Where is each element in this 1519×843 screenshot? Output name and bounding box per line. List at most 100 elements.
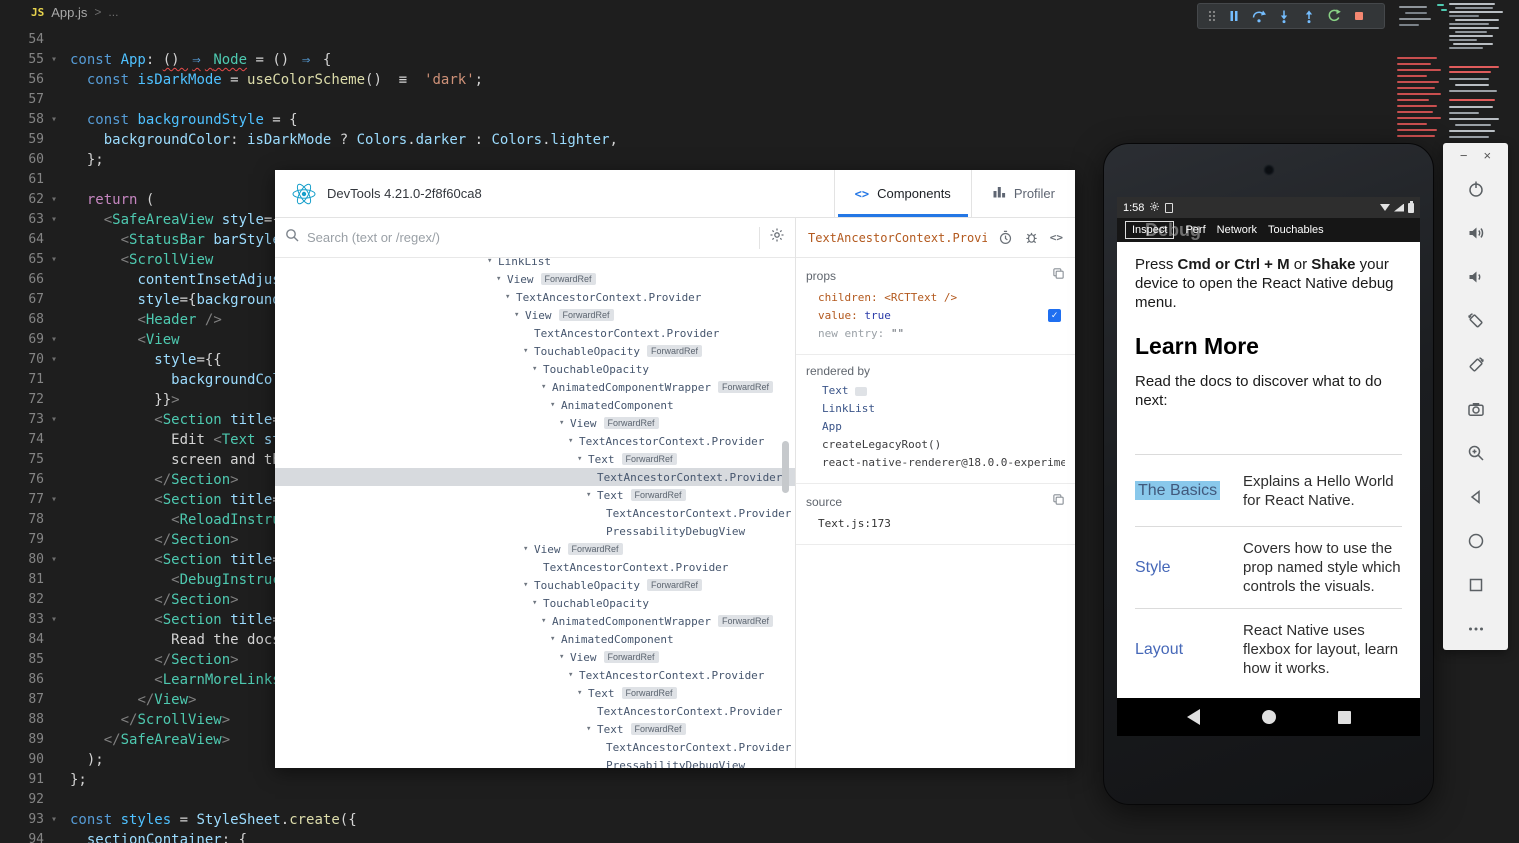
fold-chevron[interactable]: ▾ bbox=[44, 210, 70, 230]
rendered-by-item[interactable]: createLegacyRoot() bbox=[806, 436, 1065, 454]
tree-row[interactable]: ▾ Text ForwardRef bbox=[275, 450, 795, 468]
line-number[interactable]: 71 bbox=[0, 370, 44, 390]
line-number[interactable]: 83 bbox=[0, 610, 44, 630]
tree-row[interactable]: ▾ TouchableOpacity ForwardRef bbox=[275, 576, 795, 594]
line-number[interactable]: 79 bbox=[0, 530, 44, 550]
expand-arrow[interactable]: ▾ bbox=[541, 616, 552, 626]
line-number[interactable]: 75 bbox=[0, 450, 44, 470]
line-number[interactable]: 87 bbox=[0, 690, 44, 710]
fold-chevron[interactable]: ▾ bbox=[44, 110, 70, 130]
line-number[interactable]: 94 bbox=[0, 830, 44, 843]
code-line[interactable]: 57 bbox=[0, 90, 1519, 110]
line-number[interactable]: 90 bbox=[0, 750, 44, 770]
suspend-stopwatch-icon[interactable] bbox=[998, 230, 1013, 245]
expand-arrow[interactable]: ▾ bbox=[568, 436, 579, 446]
pause-button[interactable] bbox=[1226, 8, 1242, 24]
code-line[interactable]: 55 ▾ const App: () ⇒ Node = () ⇒ { bbox=[0, 50, 1519, 70]
power-button[interactable] bbox=[1443, 167, 1508, 211]
fold-chevron[interactable]: ▾ bbox=[44, 250, 70, 270]
rendered-by-item[interactable]: Text bbox=[806, 382, 1065, 400]
tree-row[interactable]: ▾ TouchableOpacity bbox=[275, 360, 795, 378]
emulator-screen[interactable]: 1:58 Debug Inspect Perf Network Touchables … bbox=[1117, 197, 1420, 736]
line-number[interactable]: 81 bbox=[0, 570, 44, 590]
tree-row[interactable]: TextAncestorContext.Provider bbox=[275, 504, 795, 522]
fold-chevron[interactable]: ▾ bbox=[44, 550, 70, 570]
expand-arrow[interactable]: ▾ bbox=[550, 400, 561, 410]
line-number[interactable]: 82 bbox=[0, 590, 44, 610]
line-number[interactable]: 72 bbox=[0, 390, 44, 410]
expand-arrow[interactable]: ▾ bbox=[559, 418, 570, 428]
expand-arrow[interactable]: ▾ bbox=[532, 598, 543, 608]
fold-chevron[interactable]: ▾ bbox=[44, 610, 70, 630]
tab-profiler[interactable]: Profiler bbox=[970, 170, 1075, 217]
link-label[interactable]: Layout bbox=[1135, 641, 1243, 659]
line-number[interactable]: 65 bbox=[0, 250, 44, 270]
home-button[interactable] bbox=[1261, 710, 1276, 724]
tab-components[interactable]: <> Components bbox=[833, 170, 971, 217]
fold-chevron[interactable]: ▾ bbox=[44, 810, 70, 830]
tree-row[interactable]: TextAncestorContext.Provider bbox=[275, 738, 795, 756]
fold-chevron[interactable]: ▾ bbox=[44, 490, 70, 510]
tree-scrollbar-thumb[interactable] bbox=[782, 441, 789, 493]
code-line[interactable]: 58 ▾ const backgroundStyle = { bbox=[0, 110, 1519, 130]
inspector-tab-touchables[interactable]: Touchables bbox=[1268, 224, 1324, 236]
line-number[interactable]: 73 bbox=[0, 410, 44, 430]
restart-button[interactable] bbox=[1326, 8, 1342, 24]
breadcrumb-more[interactable]: ... bbox=[108, 5, 118, 19]
line-number[interactable]: 69 bbox=[0, 330, 44, 350]
line-number[interactable]: 62 bbox=[0, 190, 44, 210]
line-number[interactable]: 68 bbox=[0, 310, 44, 330]
expand-arrow[interactable]: ▾ bbox=[568, 670, 579, 680]
line-number[interactable]: 63 bbox=[0, 210, 44, 230]
inspector-tab-network[interactable]: Network bbox=[1217, 224, 1257, 236]
tree-row[interactable]: TextAncestorContext.Provider bbox=[275, 324, 795, 342]
line-number[interactable]: 76 bbox=[0, 470, 44, 490]
inspector-tab-perf[interactable]: Perf bbox=[1185, 224, 1205, 236]
line-number[interactable]: 88 bbox=[0, 710, 44, 730]
line-number[interactable]: 91 bbox=[0, 770, 44, 790]
line-number[interactable]: 92 bbox=[0, 790, 44, 810]
tree-row[interactable]: ▾ AnimatedComponentWrapper ForwardRef bbox=[275, 378, 795, 396]
copy-source-icon[interactable] bbox=[1052, 493, 1065, 511]
tree-row[interactable]: ▾ TouchableOpacity bbox=[275, 594, 795, 612]
line-number[interactable]: 66 bbox=[0, 270, 44, 290]
tree-row[interactable]: TextAncestorContext.Provider bbox=[275, 468, 795, 486]
camera-button[interactable] bbox=[1443, 387, 1508, 431]
tree-row[interactable]: PressabilityDebugView bbox=[275, 756, 795, 769]
expand-arrow[interactable]: ▾ bbox=[577, 454, 588, 464]
code-line[interactable]: 54 bbox=[0, 30, 1519, 50]
volume-down-button[interactable] bbox=[1443, 255, 1508, 299]
stop-button[interactable] bbox=[1351, 8, 1367, 24]
tree-row[interactable]: PressabilityDebugView bbox=[275, 522, 795, 540]
close-button[interactable]: × bbox=[1484, 148, 1492, 163]
fold-chevron[interactable]: ▾ bbox=[44, 190, 70, 210]
code-line[interactable]: 93 ▾ const styles = StyleSheet.create({ bbox=[0, 810, 1519, 830]
step-into-button[interactable] bbox=[1276, 8, 1292, 24]
rotate-right-button[interactable] bbox=[1443, 343, 1508, 387]
step-out-button[interactable] bbox=[1301, 8, 1317, 24]
rendered-by-item[interactable]: react-native-renderer@18.0.0-experimenta… bbox=[806, 454, 1065, 472]
view-source-icon[interactable]: <> bbox=[1050, 231, 1063, 244]
code-line[interactable]: 56 const isDarkMode = useColorScheme() ≡… bbox=[0, 70, 1519, 90]
line-number[interactable]: 64 bbox=[0, 230, 44, 250]
line-number[interactable]: 77 bbox=[0, 490, 44, 510]
expand-arrow[interactable]: ▾ bbox=[523, 580, 534, 590]
tree-row[interactable]: ▾ TouchableOpacity ForwardRef bbox=[275, 342, 795, 360]
line-number[interactable]: 89 bbox=[0, 730, 44, 750]
line-number[interactable]: 85 bbox=[0, 650, 44, 670]
line-number[interactable]: 78 bbox=[0, 510, 44, 530]
expand-arrow[interactable]: ▾ bbox=[505, 292, 516, 302]
line-number[interactable]: 58 bbox=[0, 110, 44, 130]
tree-row[interactable]: ▾ TextAncestorContext.Provider bbox=[275, 288, 795, 306]
rotate-left-button[interactable] bbox=[1443, 299, 1508, 343]
inspector-tab-inspect[interactable]: Inspect bbox=[1125, 221, 1175, 239]
expand-arrow[interactable]: ▾ bbox=[577, 688, 588, 698]
prop-row[interactable]: children: <RCTText /> bbox=[806, 289, 1065, 307]
expand-arrow[interactable]: ▾ bbox=[586, 724, 597, 734]
expand-arrow[interactable]: ▾ bbox=[559, 652, 570, 662]
link-label[interactable]: Style bbox=[1135, 559, 1243, 577]
tree-row[interactable]: ▾ View ForwardRef bbox=[275, 270, 795, 288]
zoom-button[interactable] bbox=[1443, 431, 1508, 475]
line-number[interactable]: 54 bbox=[0, 30, 44, 50]
expand-arrow[interactable]: ▾ bbox=[541, 382, 552, 392]
